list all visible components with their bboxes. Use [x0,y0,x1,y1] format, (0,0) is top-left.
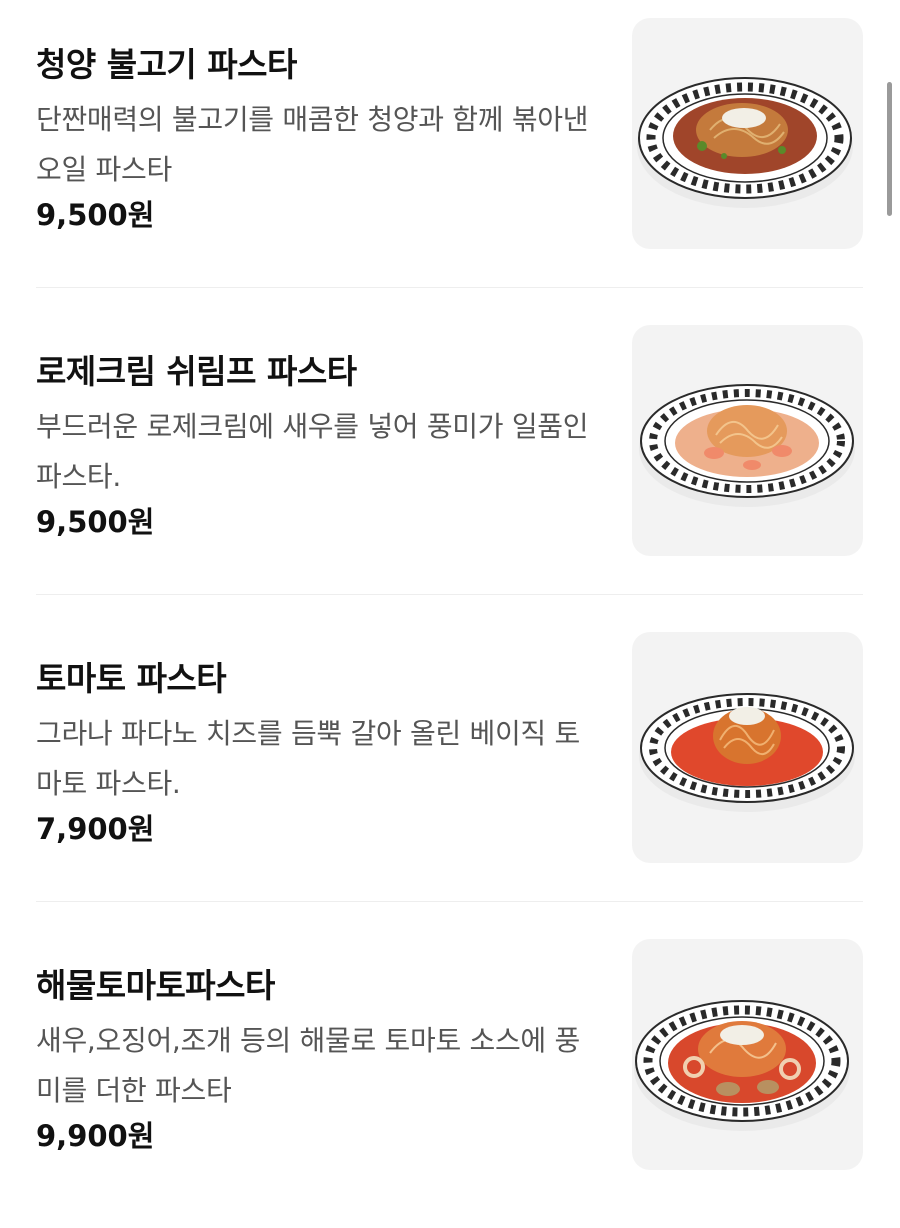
pasta-dish-image [637,77,853,208]
item-divider [36,594,863,595]
menu-item-price: 7,900원 [36,812,155,846]
menu-item-name: 해물토마토파스타 [36,966,275,1005]
menu-item-description: 단짠매력의 불고기를 매콤한 청양과 함께 볶아낸 오일 파스타 [36,103,589,186]
menu-item-name: 토마토 파스타 [36,659,227,698]
menu-item-photo[interactable] [632,325,863,556]
menu-item-photo[interactable] [632,18,863,249]
item-divider [36,901,863,902]
menu-item-price: 9,500원 [36,198,155,232]
menu-item-price: 9,500원 [36,505,155,539]
pasta-dish-image [639,384,855,507]
menu-list: 청양 불고기 파스타 단짠매력의 불고기를 매콤한 청양과 함께 볶아낸 오일 … [0,0,900,1199]
menu-item-name: 청양 불고기 파스타 [36,45,297,84]
menu-item-description: 새우,오징어,조개 등의 해물로 토마토 소스에 풍미를 더한 파스타 [36,1024,580,1107]
menu-item-photo[interactable] [632,939,863,1170]
menu-item[interactable]: 청양 불고기 파스타 단짠매력의 불고기를 매콤한 청양과 함께 볶아낸 오일 … [0,0,900,307]
menu-item[interactable]: 로제크림 쉬림프 파스타 부드러운 로제크림에 새우를 넣어 풍미가 일품인 파… [0,307,900,614]
pasta-dish-image [634,1000,850,1131]
scrollbar[interactable] [887,82,892,216]
menu-item-description: 그라나 파다노 치즈를 듬뿍 갈아 올린 베이직 토마토 파스타. [36,717,580,800]
menu-item-name: 로제크림 쉬림프 파스타 [36,352,357,391]
menu-item[interactable]: 해물토마토파스타 새우,오징어,조개 등의 해물로 토마토 소스에 풍미를 더한… [0,921,900,1228]
menu-item-photo[interactable] [632,632,863,863]
item-divider [36,287,863,288]
menu-item-description: 부드러운 로제크림에 새우를 넣어 풍미가 일품인 파스타. [36,410,589,493]
pasta-dish-image [639,693,855,812]
menu-item-price: 9,900원 [36,1119,155,1153]
menu-item[interactable]: 토마토 파스타 그라나 파다노 치즈를 듬뿍 갈아 올린 베이직 토마토 파스타… [0,614,900,921]
